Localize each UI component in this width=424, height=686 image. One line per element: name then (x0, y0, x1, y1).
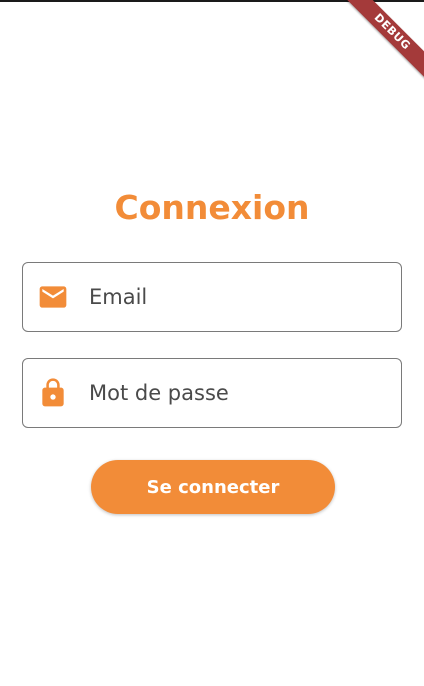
login-button[interactable]: Se connecter (91, 460, 335, 514)
email-field-placeholder: Email (89, 285, 148, 309)
lock-icon (37, 377, 69, 409)
debug-banner: DEBUG (334, 0, 424, 90)
email-field[interactable]: Email (22, 262, 402, 332)
password-field[interactable]: Mot de passe (22, 358, 402, 428)
password-field-placeholder: Mot de passe (89, 381, 229, 405)
email-icon (37, 281, 69, 313)
page-title: Connexion (114, 188, 310, 227)
debug-banner-label: DEBUG (336, 0, 424, 88)
